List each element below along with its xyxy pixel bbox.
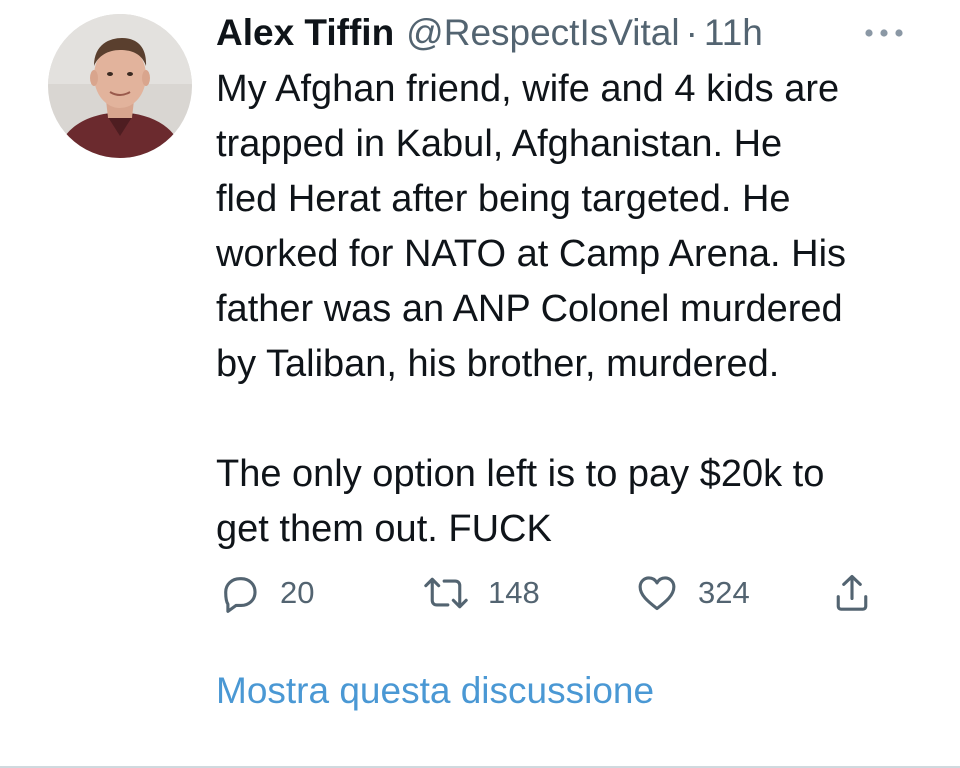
tweet[interactable]: Alex Tiffin @RespectIsVital · 11h My Afg… [0,0,960,768]
avatar-photo [48,14,192,158]
tweet-timestamp[interactable]: 11h [704,12,763,54]
reply-count: 20 [280,575,315,610]
retweet-icon [424,577,468,609]
more-options-button[interactable] [860,18,908,48]
tweet-header: Alex Tiffin @RespectIsVital · 11h [216,12,916,54]
retweet-button[interactable]: 148 [422,568,540,618]
avatar[interactable] [48,14,192,158]
share-icon [836,574,868,611]
retweet-count: 148 [488,575,540,610]
share-button[interactable] [830,568,874,618]
author-display-name[interactable]: Alex Tiffin [216,12,394,54]
reply-button[interactable]: 20 [218,568,314,618]
reply-icon [224,577,257,613]
tweet-text: My Afghan friend, wife and 4 kids are tr… [216,68,847,550]
more-horizontal-icon [865,29,903,37]
like-button[interactable]: 324 [634,568,750,618]
separator-dot: · [685,12,698,53]
tweet-actions: 20 148 324 [216,568,916,618]
heart-icon [638,576,676,611]
show-thread-link[interactable]: Mostra questa discussione [216,670,654,712]
author-handle[interactable]: @RespectIsVital [406,12,679,54]
like-count: 324 [698,575,750,610]
